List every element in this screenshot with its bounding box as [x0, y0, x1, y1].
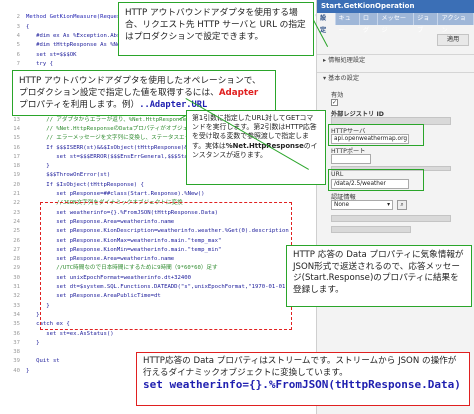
tab-settings[interactable]: 設定: [317, 13, 336, 34]
line-code: If $IsObject(tHttpResponse) {: [26, 181, 144, 188]
panel-filler-2: [331, 226, 411, 233]
line-number: 38: [13, 349, 20, 356]
line-number: 35: [13, 321, 20, 328]
line-number: 25: [13, 228, 20, 235]
code-line[interactable]: 18 }: [0, 162, 50, 171]
enabled-checkbox[interactable]: ✓: [331, 99, 338, 106]
line-number: 6: [16, 51, 20, 58]
line-number: 16: [13, 144, 20, 151]
section-basic[interactable]: ▾ 基本の設定: [317, 72, 474, 83]
line-code: {: [26, 23, 30, 30]
line-number: 7: [16, 60, 20, 67]
line-number: 5: [16, 42, 20, 49]
line-number: 3: [16, 23, 20, 30]
line-number: 4: [16, 32, 20, 39]
code-line[interactable]: 40}: [0, 367, 29, 376]
line-code: try {: [26, 60, 53, 67]
code-line[interactable]: 21 set pResponse=##class(Start.Response)…: [0, 190, 205, 199]
line-code: }: [26, 339, 40, 346]
line-number: 37: [13, 339, 20, 346]
line-number: 26: [13, 237, 20, 244]
code-line[interactable]: 36 set st=ex.AsStatus(): [0, 330, 114, 339]
callout-response-text: HTTP 応答の Data プロパティに気象情報がJSON形式で返送されるので、…: [293, 250, 464, 295]
code-line[interactable]: [0, 4, 26, 13]
line-number: 15: [13, 135, 20, 142]
line-number: 13: [13, 116, 20, 123]
callout-http-adapter: HTTP アウトバウンドアダプタを使用する場合、リクエスト先 HTTP サーバと…: [118, 2, 314, 56]
response-mapping-box: [40, 202, 292, 330]
callout-adapter-text-2: プロパティを利用します。例）: [19, 100, 140, 110]
line-number: 24: [13, 218, 20, 225]
line-code: }: [26, 367, 30, 374]
line-number: 18: [13, 163, 20, 170]
code-line[interactable]: 19 $$$ThrowOnError(st): [0, 171, 110, 180]
line-number: 27: [13, 246, 20, 253]
line-number: 21: [13, 191, 20, 197]
line-code: set st=$$$OK: [26, 51, 77, 58]
code-line[interactable]: 34 }: [0, 311, 39, 320]
line-number: 14: [13, 125, 20, 132]
http-server-highlight: [328, 124, 424, 146]
http-port-input[interactable]: [331, 154, 371, 164]
line-number: 33: [13, 302, 20, 309]
callout-response-data: HTTP 応答の Data プロパティに気象情報がJSON形式で返送されるので、…: [286, 245, 472, 307]
line-number: 23: [13, 209, 20, 216]
tab-queue[interactable]: キュー: [336, 13, 360, 34]
section-information[interactable]: ▸ 情報処理設定: [317, 54, 474, 65]
panel-tabs: 設定 キュー ログ メッセージ ジョブ アクション: [317, 13, 474, 34]
callout-json-conversion: HTTP応答の Data プロパティはストリームです。ストリームから JSON …: [136, 352, 470, 406]
line-code: set pResponse=##class(Start.Response).%N…: [26, 191, 205, 197]
line-code: }: [26, 311, 40, 318]
section-basic-label: 基本の設定: [328, 75, 360, 82]
callout-json-code: set weatherinfo={}.%FromJSON(tHttpRespon…: [143, 378, 461, 391]
panel-title: Start.GetKionOperation: [317, 0, 474, 13]
chevron-down-icon: ▾: [387, 202, 390, 208]
line-number: 34: [13, 311, 20, 318]
credentials-select[interactable]: None ▾: [331, 200, 393, 210]
callout-adapter-keyword: Adapter: [218, 88, 259, 98]
section-information-label: 情報処理設定: [328, 57, 366, 64]
panel-filler-1: [331, 215, 451, 222]
line-code: set st=ex.AsStatus(): [26, 330, 114, 337]
line-number: 36: [13, 330, 20, 337]
code-line[interactable]: 20 If $IsObject(tHttpResponse) {: [0, 181, 144, 190]
line-number: 22: [13, 200, 20, 207]
line-number: 32: [13, 293, 20, 300]
line-code: Quit st: [26, 358, 60, 365]
callout-geturl: 第1引数に指定したURL対してGETコマンドを実行します。第2引数はHTTP応答…: [186, 110, 326, 185]
search-icon[interactable]: ⌕: [397, 200, 407, 210]
tab-jobs[interactable]: ジョブ: [414, 13, 439, 34]
line-number: 31: [13, 284, 20, 290]
line-number: 17: [13, 153, 20, 160]
code-line[interactable]: 38: [0, 348, 26, 357]
tab-log[interactable]: ログ: [360, 13, 379, 34]
line-number: 29: [13, 265, 20, 272]
code-line[interactable]: 6 set st=$$$OK: [0, 51, 77, 60]
url-highlight: [328, 169, 424, 191]
credentials-value: None: [334, 202, 350, 208]
code-line[interactable]: 37 }: [0, 339, 39, 348]
line-number: 19: [13, 172, 20, 179]
code-line[interactable]: 3{: [0, 23, 30, 32]
line-code: $$$ThrowOnError(st): [26, 172, 111, 179]
line-code: }: [26, 163, 50, 170]
code-line[interactable]: 7 try {: [0, 60, 53, 69]
tab-actions[interactable]: アクション: [438, 13, 474, 34]
callout-json-text: HTTP応答の Data プロパティはストリームです。ストリームから JSON …: [143, 356, 457, 378]
line-number: 40: [13, 367, 20, 374]
line-number: 39: [13, 358, 20, 365]
line-number: 28: [13, 256, 20, 263]
apply-button-label: 適用: [446, 36, 460, 43]
line-number: 30: [13, 274, 20, 281]
callout-http-adapter-text: HTTP アウトバウンドアダプタを使用する場合、リクエスト先 HTTP サーバと…: [125, 8, 306, 42]
line-number: 20: [13, 181, 20, 188]
line-number: 2: [16, 14, 20, 21]
apply-button[interactable]: 適用: [437, 34, 469, 46]
enabled-label: 有効: [331, 92, 344, 99]
code-line[interactable]: 39 Quit st: [0, 357, 60, 366]
tab-messages[interactable]: メッセージ: [378, 13, 415, 34]
